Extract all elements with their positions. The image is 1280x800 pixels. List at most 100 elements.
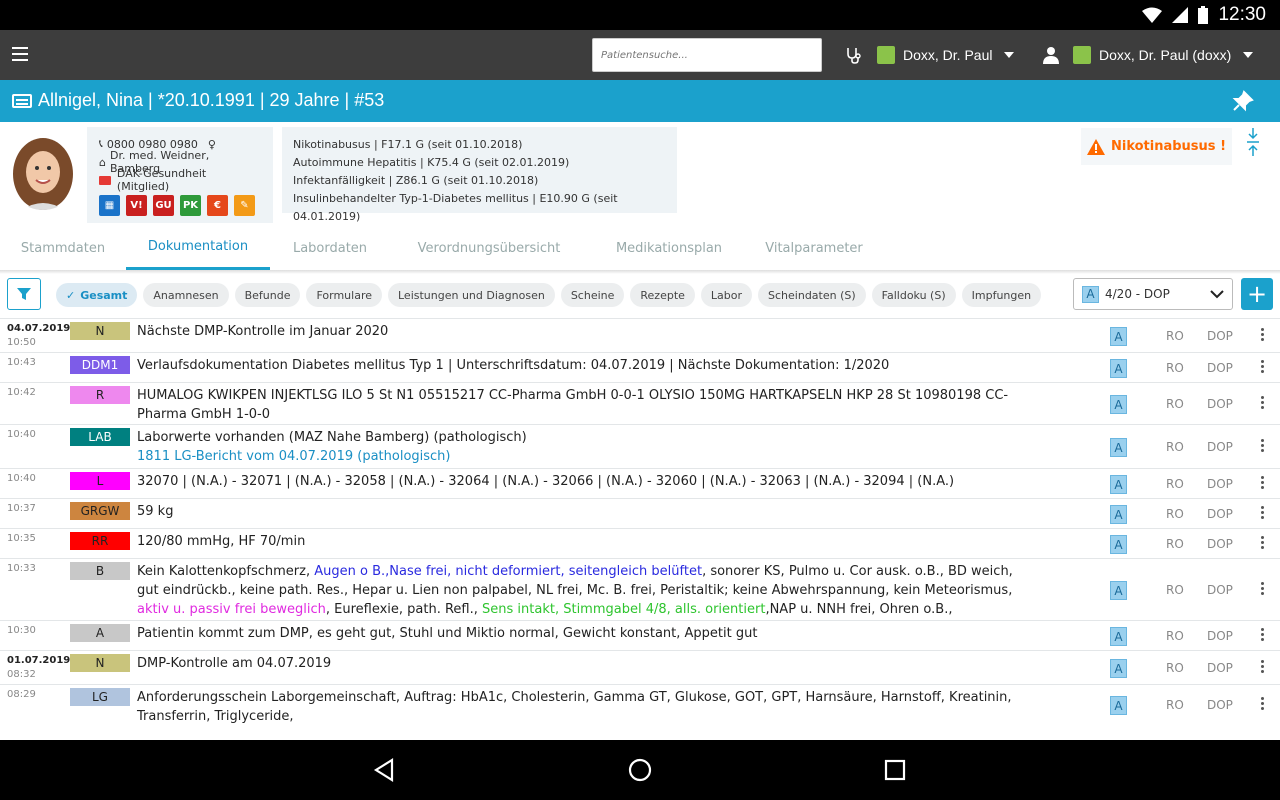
tab-stammdaten[interactable]: Stammdaten (0, 226, 126, 270)
badge-pk[interactable]: PK (180, 195, 201, 216)
entry-text-segment: ,NAP u. NNH frei, Ohren o.B., (765, 602, 953, 617)
more-vert-icon[interactable] (1261, 360, 1265, 375)
entry-time: 08:29 (7, 689, 36, 700)
tab-vitalparameter[interactable]: Vitalparameter (750, 226, 878, 270)
entry-time: 10:30 (7, 625, 36, 636)
tab-verordnungsuebersicht[interactable]: Verordnungsübersicht (390, 226, 588, 270)
entry-text: Patientin kommt zum DMP, es geht gut, St… (137, 624, 1037, 643)
more-vert-icon[interactable] (1261, 396, 1265, 411)
table-row[interactable]: 10:42 R HUMALOG KWIKPEN INJEKTLSG ILO 5 St… (0, 382, 1280, 424)
chip-labor[interactable]: Labor (700, 283, 753, 307)
case-select[interactable]: A 4/20 - DOP (1073, 278, 1233, 310)
entry-ro: RO (1166, 397, 1184, 411)
chip-rezepte[interactable]: Rezepte (630, 283, 695, 307)
chip-anamnesen[interactable]: Anamnesen (143, 283, 229, 307)
entry-text: Kein Kalottenkopfschmerz, Augen o B.,Nas… (137, 562, 1037, 619)
more-vert-icon[interactable] (1261, 660, 1265, 675)
menu-icon[interactable] (12, 47, 28, 61)
entry-badge: A (1110, 581, 1127, 600)
table-row[interactable]: 08:29 LG Anforderungsschein Laborgemeinsch… (0, 684, 1280, 724)
more-vert-icon[interactable] (1261, 536, 1265, 551)
filter-button[interactable] (7, 278, 41, 310)
collapse-icon[interactable] (1245, 128, 1261, 156)
more-vert-icon[interactable] (1261, 328, 1265, 343)
entry-main-text: HUMALOG KWIKPEN INJEKTLSG ILO 5 St N1 05… (137, 388, 1009, 422)
warning-box[interactable]: Nikotinabusus ! (1081, 128, 1232, 165)
table-row[interactable]: 10:33 B Kein Kalottenkopfschmerz, Augen o … (0, 558, 1280, 620)
chip-gesamt[interactable]: ✓ Gesamt (56, 283, 138, 307)
home-circle-icon[interactable] (628, 758, 652, 782)
chip-formulare[interactable]: Formulare (306, 283, 382, 307)
entry-dop: DOP (1207, 661, 1233, 675)
chip-scheindaten[interactable]: Scheindaten (S) (758, 283, 866, 307)
tab-dokumentation[interactable]: Dokumentation (126, 226, 270, 270)
recents-icon[interactable] (884, 759, 906, 781)
table-row[interactable]: 10:40 LAB Laborwerte vorhanden (MAZ Nahe B… (0, 424, 1280, 468)
doctor-name: Doxx, Dr. Paul (903, 47, 993, 63)
more-vert-icon[interactable] (1261, 697, 1265, 712)
entry-text-segment: Sens intakt, Stimmgabel 4/8, alls. orien… (482, 602, 766, 617)
badge-gu[interactable]: GU (153, 195, 174, 216)
pen-icon[interactable]: ✎ (234, 195, 255, 216)
status-square (877, 46, 895, 64)
chip-scheine[interactable]: Scheine (560, 283, 625, 307)
user-selector[interactable]: Doxx, Dr. Paul (doxx) (1043, 30, 1254, 80)
more-vert-icon[interactable] (1261, 476, 1265, 491)
table-row[interactable]: 01.07.2019 08:32 N DMP-Kontrolle am 04.07.2… (0, 650, 1280, 684)
chip-label: Gesamt (80, 288, 128, 302)
entry-text-segment: Kein Kalottenkopfschmerz, (137, 564, 315, 579)
table-row[interactable]: 10:40 L 32070 | (N.A.) - 32071 | (N.A.) - … (0, 468, 1280, 498)
badge-v[interactable]: V! (126, 195, 147, 216)
more-vert-icon[interactable] (1261, 439, 1265, 454)
table-row[interactable]: 10:30 A Patientin kommt zum DMP, es geht g… (0, 620, 1280, 650)
entry-main-text: Patientin kommt zum DMP, es geht gut, St… (137, 626, 758, 641)
patient-search-input[interactable] (592, 38, 822, 72)
entry-dop: DOP (1207, 361, 1233, 375)
table-row[interactable]: 04.07.2019 10:50 N Nächste DMP-Kontrolle im… (0, 318, 1280, 352)
insurance-line: DAK-Gesundheit (Mitglied) (99, 167, 261, 193)
entry-type-tag: N (70, 322, 130, 340)
entry-ro: RO (1166, 629, 1184, 643)
chip-leistungen[interactable]: Leistungen und Diagnosen (388, 283, 555, 307)
more-vert-icon[interactable] (1261, 628, 1265, 643)
entry-link[interactable]: 1811 LG-Bericht vom 04.07.2019 (patholog… (137, 447, 1037, 466)
patient-avatar (8, 134, 78, 210)
add-entry-button[interactable]: + (1241, 278, 1273, 310)
calendar-icon[interactable]: ▦ (99, 195, 120, 216)
diagnosis-item: Nikotinabusus | F17.1 G (seit 01.10.2018… (293, 138, 523, 151)
insurance-card-icon (99, 175, 111, 185)
check-icon: ✓ (66, 288, 76, 302)
tab-bar: Stammdaten Dokumentation Labordaten Vero… (0, 226, 1280, 270)
entry-text-segment: Augen o B.,Nase frei, nicht deformiert, … (314, 564, 703, 579)
chip-befunde[interactable]: Befunde (234, 283, 301, 307)
entry-type-tag: LAB (70, 428, 130, 446)
more-vert-icon[interactable] (1261, 582, 1265, 597)
entry-main-text: Anforderungsschein Laborgemeinschaft, Au… (137, 690, 1012, 724)
documentation-list: 04.07.2019 10:50 N Nächste DMP-Kontrolle im… (0, 318, 1280, 736)
table-row[interactable]: 10:43 DDM1 Verlaufsdokumentation Diabetes … (0, 352, 1280, 382)
entry-text: 32070 | (N.A.) - 32071 | (N.A.) - 32058 … (137, 472, 1037, 491)
euro-icon[interactable]: € (207, 195, 228, 216)
entry-time: 10:37 (7, 503, 36, 514)
entry-time: 10:42 (7, 387, 36, 398)
entry-ro: RO (1166, 440, 1184, 454)
entry-badge: A (1110, 438, 1127, 457)
chip-falldoku[interactable]: Falldoku (S) (871, 283, 956, 307)
chevron-down-icon (1210, 290, 1224, 299)
tab-labordaten[interactable]: Labordaten (270, 226, 390, 270)
more-vert-icon[interactable] (1261, 506, 1265, 521)
entry-time: 10:40 (7, 429, 36, 440)
doctor-selector[interactable]: Doxx, Dr. Paul (845, 30, 1015, 80)
table-row[interactable]: 10:35 RR 120/80 mmHg, HF 70/min A RO DOP (0, 528, 1280, 558)
entry-badge: A (1110, 395, 1127, 414)
table-row[interactable]: 10:37 GRGW 59 kg A RO DOP (0, 498, 1280, 528)
entry-text: Laborwerte vorhanden (MAZ Nahe Bamberg) … (137, 428, 1037, 466)
entry-type-tag: GRGW (70, 502, 130, 520)
entry-badge: A (1110, 627, 1127, 646)
pin-icon[interactable] (1232, 90, 1254, 112)
entry-dop: DOP (1207, 477, 1233, 491)
chip-impfungen[interactable]: Impfungen (961, 283, 1042, 307)
tab-medikationsplan[interactable]: Medikationsplan (588, 226, 750, 270)
phone-icon: 📞︎ (99, 137, 103, 150)
back-icon[interactable] (372, 758, 396, 782)
